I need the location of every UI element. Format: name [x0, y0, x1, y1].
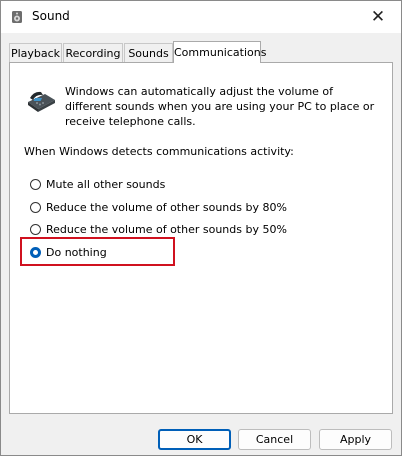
tab-strip: Playback Recording Sounds Communications — [9, 41, 393, 63]
option-reduce-80[interactable]: Reduce the volume of other sounds by 80% — [30, 199, 287, 215]
communications-description: Windows can automatically adjust the vol… — [65, 85, 375, 128]
option-label: Mute all other sounds — [46, 177, 166, 191]
cancel-button[interactable]: Cancel — [238, 429, 311, 450]
option-mute-all[interactable]: Mute all other sounds — [30, 176, 165, 192]
apply-button[interactable]: Apply — [319, 429, 392, 450]
tab-sounds[interactable]: Sounds — [124, 43, 173, 62]
window-title: Sound — [32, 9, 70, 23]
close-icon: ✕ — [370, 7, 386, 27]
ok-button[interactable]: OK — [158, 429, 231, 450]
sound-dialog: Sound ✕ Playback Recording Sounds Commun… — [0, 0, 402, 456]
highlight-box — [20, 237, 175, 266]
telephone-icon — [28, 91, 55, 112]
tab-playback[interactable]: Playback — [9, 43, 62, 62]
option-reduce-50[interactable]: Reduce the volume of other sounds by 50% — [30, 221, 287, 237]
communications-prompt: When Windows detects communications acti… — [24, 145, 294, 158]
option-label: Reduce the volume of other sounds by 50% — [46, 222, 287, 236]
communications-panel: Windows can automatically adjust the vol… — [9, 62, 393, 414]
radio-circle[interactable] — [30, 201, 41, 213]
title-bar[interactable]: Sound ✕ — [1, 1, 401, 33]
tab-recording[interactable]: Recording — [63, 43, 123, 62]
option-label: Reduce the volume of other sounds by 80% — [46, 200, 287, 214]
close-button[interactable]: ✕ — [355, 1, 401, 33]
tab-communications[interactable]: Communications — [173, 41, 266, 63]
radio-circle[interactable] — [30, 223, 41, 235]
speaker-icon — [12, 11, 22, 23]
radio-circle[interactable] — [30, 178, 41, 190]
